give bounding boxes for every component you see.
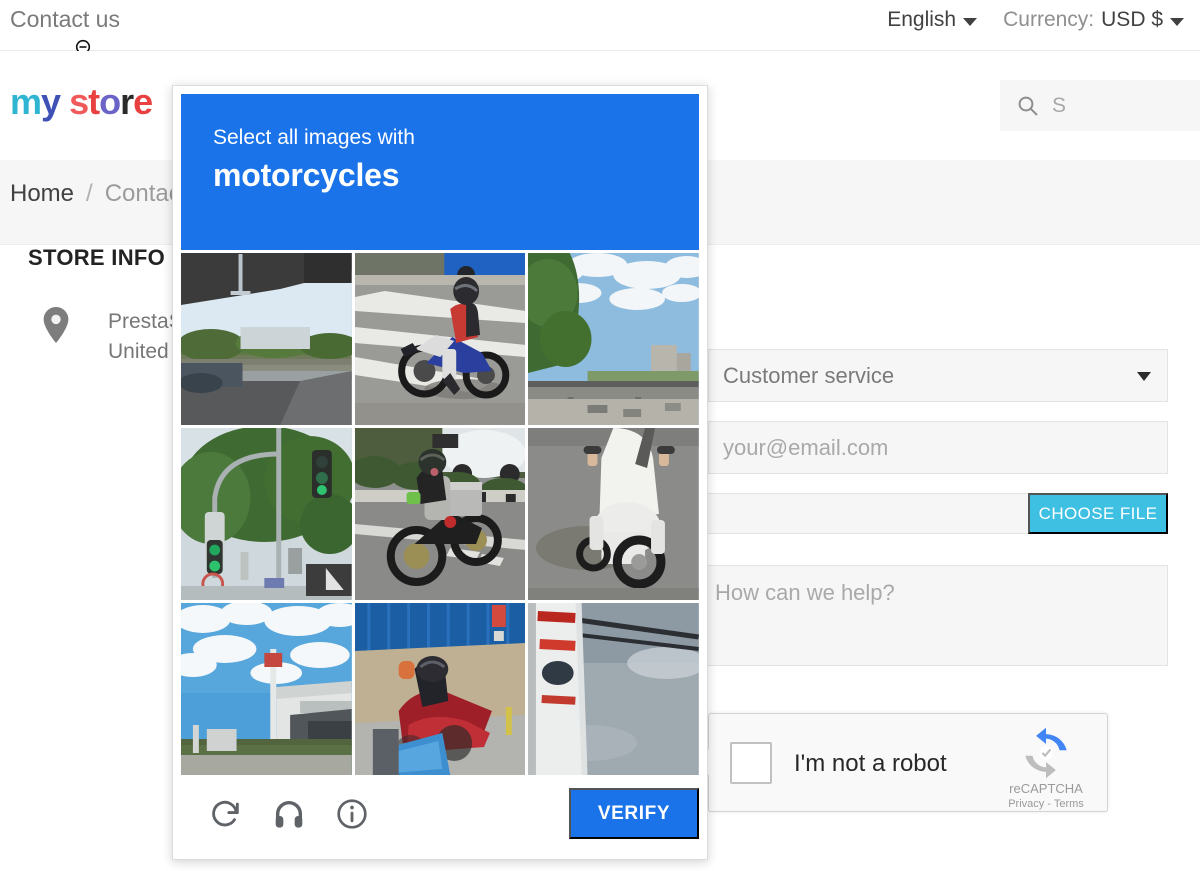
message-placeholder-text: How can we help?: [715, 580, 895, 605]
challenge-controls: [209, 797, 369, 831]
verify-button[interactable]: VERIFY: [569, 788, 699, 839]
currency-selector[interactable]: Currency: USD $: [1003, 8, 1184, 32]
breadcrumb: Home / Contac: [10, 180, 181, 208]
reload-icon[interactable]: [209, 797, 243, 831]
chevron-down-icon: [1137, 372, 1151, 381]
contact-us-link[interactable]: Contact us: [10, 6, 120, 33]
search-input[interactable]: S: [1000, 80, 1200, 131]
message-textarea[interactable]: How can we help?: [698, 565, 1168, 666]
file-upload-row: CHOOSE FILE: [698, 493, 1168, 534]
currency-value: USD $: [1101, 8, 1163, 31]
choose-file-button[interactable]: CHOOSE FILE: [1028, 493, 1168, 534]
search-placeholder-text: S: [1052, 93, 1067, 117]
recaptcha-terms-link[interactable]: Privacy - Terms: [1001, 798, 1091, 810]
breadcrumb-item-current: Contac: [104, 180, 181, 207]
currency-label: Currency:: [1003, 8, 1095, 31]
challenge-tile-6[interactable]: [528, 428, 699, 600]
challenge-tile-2[interactable]: [354, 253, 526, 425]
breadcrumb-item-home[interactable]: Home: [10, 180, 74, 208]
chevron-down-icon: [963, 18, 978, 26]
file-name-display: [698, 493, 1028, 534]
email-placeholder-text: your@email.com: [723, 434, 889, 460]
map-pin-icon: [43, 307, 69, 343]
recaptcha-brand-name: reCAPTCHA: [1009, 781, 1083, 796]
challenge-image-grid: [181, 253, 699, 775]
language-selector[interactable]: English: [887, 8, 978, 32]
recaptcha-challenge-dialog: Select all images with motorcycles VERIF…: [172, 85, 708, 860]
chevron-down-icon: [1170, 18, 1184, 26]
challenge-prompt-line1: Select all images with: [213, 126, 415, 149]
recaptcha-widget[interactable]: I'm not a robot reCAPTCHA Privacy - Term…: [696, 713, 1108, 812]
headphones-icon[interactable]: [272, 797, 306, 831]
store-logo[interactable]: my store: [10, 84, 153, 120]
page-root: Contact us English Currency: USD $ my st…: [0, 0, 1200, 871]
search-icon: [1018, 96, 1038, 116]
challenge-tile-1[interactable]: [181, 253, 352, 425]
challenge-tile-4[interactable]: [181, 428, 352, 600]
store-address-row: PrestaS United S: [42, 307, 189, 368]
email-field[interactable]: your@email.com: [708, 421, 1168, 474]
challenge-tile-8[interactable]: [354, 603, 526, 775]
challenge-tile-9[interactable]: [528, 603, 699, 775]
recaptcha-logo-icon: [1025, 727, 1067, 779]
recaptcha-label: I'm not a robot: [794, 750, 947, 777]
recaptcha-checkbox[interactable]: [730, 742, 772, 784]
top-nav-right-group: English Currency: USD $: [887, 8, 1184, 32]
challenge-tile-3[interactable]: [528, 253, 699, 425]
subject-select[interactable]: Customer service: [708, 349, 1168, 402]
recaptcha-branding: reCAPTCHA Privacy - Terms: [1001, 726, 1091, 810]
language-label: English: [887, 8, 957, 31]
top-nav-bar: Contact us English Currency: USD $: [0, 0, 1200, 60]
challenge-footer: VERIFY: [181, 775, 699, 853]
challenge-tile-7[interactable]: [181, 603, 352, 775]
challenge-header: Select all images with motorcycles: [181, 94, 699, 250]
challenge-prompt-line2: motorcycles: [213, 157, 400, 194]
info-icon[interactable]: [335, 797, 369, 831]
challenge-tile-5[interactable]: [354, 428, 526, 600]
breadcrumb-separator: /: [86, 180, 93, 207]
subject-select-value: Customer service: [723, 362, 895, 388]
